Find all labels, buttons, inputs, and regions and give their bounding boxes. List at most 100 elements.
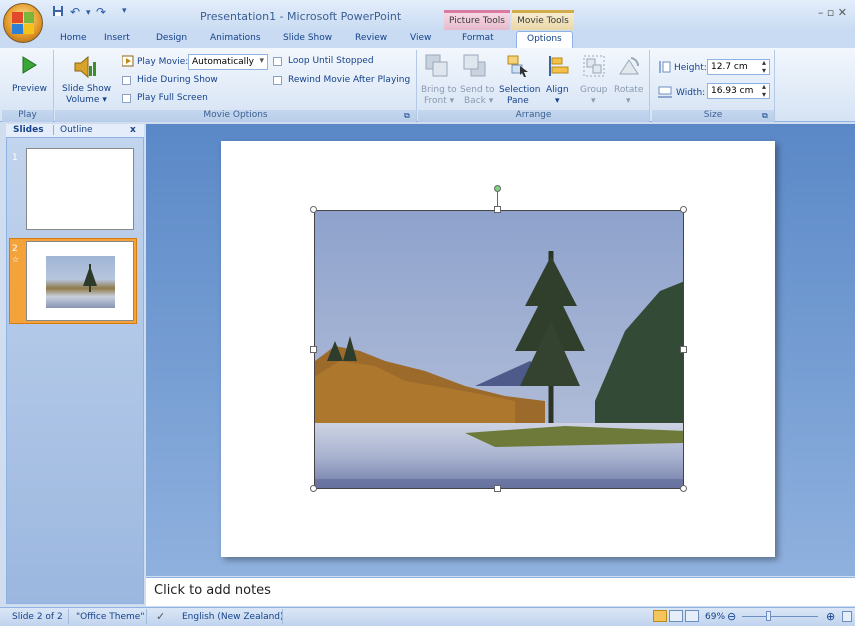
- selection-pane-icon[interactable]: [506, 54, 530, 81]
- undo-icon[interactable]: ↶: [70, 5, 80, 19]
- slide-thumbnail-2[interactable]: [26, 241, 134, 321]
- bring-to-front-icon[interactable]: [425, 54, 449, 81]
- play-icon[interactable]: [21, 56, 37, 77]
- slide-show-volume-button[interactable]: Slide Show: [62, 84, 111, 94]
- tab-slides[interactable]: Slides: [13, 125, 44, 135]
- send-to-back-icon[interactable]: [463, 54, 487, 81]
- status-divider: [146, 609, 147, 624]
- slide-sorter-view-icon[interactable]: [669, 610, 683, 622]
- group-icon[interactable]: [582, 54, 606, 81]
- tab-home[interactable]: Home: [60, 33, 87, 43]
- slide-number-1: 1: [12, 153, 18, 163]
- undo-dropdown-icon[interactable]: ▾: [86, 8, 91, 18]
- slide-show-volume-dropdown[interactable]: Volume ▾: [66, 95, 107, 105]
- resize-handle-bottom-left[interactable]: [310, 485, 317, 492]
- rewind-movie-label: Rewind Movie After Playing: [288, 75, 411, 85]
- align-dropdown[interactable]: ▾: [555, 96, 560, 106]
- zoom-out-icon[interactable]: ⊖: [727, 610, 736, 623]
- office-button[interactable]: [3, 3, 43, 43]
- customize-qat-icon[interactable]: ▾: [122, 6, 127, 16]
- zoom-level[interactable]: 69%: [705, 612, 725, 622]
- zoom-slider-thumb[interactable]: [766, 611, 771, 621]
- zoom-in-icon[interactable]: ⊕: [826, 610, 835, 623]
- height-icon: [657, 60, 671, 77]
- slide-show-view-icon[interactable]: [685, 610, 699, 622]
- save-icon[interactable]: [52, 5, 64, 20]
- speaker-icon[interactable]: [72, 54, 98, 83]
- play-full-screen-label: Play Full Screen: [137, 93, 208, 103]
- size-dialog-launcher-icon[interactable]: ⧉: [762, 111, 768, 121]
- spelling-check-icon[interactable]: ✓: [156, 610, 165, 623]
- tab-outline[interactable]: Outline: [53, 125, 103, 135]
- redo-icon[interactable]: ↷: [96, 5, 106, 19]
- close-pane-icon[interactable]: x: [130, 125, 136, 135]
- rotate-icon[interactable]: [617, 54, 641, 81]
- resize-handle-top[interactable]: [494, 206, 501, 213]
- slide-counter: Slide 2 of 2: [12, 612, 63, 622]
- movie-frame-image: [315, 211, 683, 488]
- status-divider: [282, 609, 283, 624]
- tab-view[interactable]: View: [410, 33, 431, 43]
- zoom-slider-track[interactable]: [742, 616, 818, 617]
- send-to-back-label: Send to: [460, 85, 495, 95]
- theme-name: "Office Theme": [76, 612, 145, 622]
- rotate-dropdown[interactable]: ▾: [626, 96, 631, 106]
- hide-during-show-label: Hide During Show: [137, 75, 218, 85]
- normal-view-icon[interactable]: [653, 610, 667, 622]
- play-movie-icon: [121, 55, 134, 70]
- align-icon[interactable]: [547, 54, 571, 81]
- play-full-screen-checkbox[interactable]: [122, 94, 131, 103]
- chevron-down-icon: ▾: [259, 56, 264, 66]
- selection-pane-label[interactable]: Selection: [499, 85, 540, 95]
- width-input[interactable]: 16.93 cm ▴ ▾: [707, 83, 770, 99]
- rewind-movie-checkbox[interactable]: [273, 76, 282, 85]
- rotation-handle[interactable]: [494, 185, 501, 192]
- resize-handle-bottom-right[interactable]: [680, 485, 687, 492]
- movie-object[interactable]: [314, 210, 684, 489]
- slide-number-2: 2: [12, 244, 18, 254]
- tab-options[interactable]: Options: [516, 31, 573, 49]
- notes-pane[interactable]: Click to add notes: [146, 577, 855, 606]
- window-controls[interactable]: – ▫ ✕: [818, 6, 847, 19]
- width-spinner-icon[interactable]: ▴ ▾: [762, 83, 766, 99]
- play-movie-label: Play Movie:: [137, 57, 189, 67]
- tab-animations[interactable]: Animations: [210, 33, 261, 43]
- language-indicator[interactable]: English (New Zealand): [182, 612, 284, 622]
- height-value: 12.7 cm: [711, 62, 748, 72]
- align-label[interactable]: Align: [546, 85, 569, 95]
- loop-until-stopped-checkbox[interactable]: [273, 57, 282, 66]
- group-dropdown[interactable]: ▾: [591, 96, 596, 106]
- selection-pane-label-2[interactable]: Pane: [507, 96, 529, 106]
- hide-during-show-checkbox[interactable]: [122, 76, 131, 85]
- tab-review[interactable]: Review: [355, 33, 387, 43]
- movie-tools-context: Movie Tools: [512, 10, 574, 30]
- rotate-label[interactable]: Rotate: [614, 85, 643, 95]
- height-label: Height:: [674, 63, 707, 73]
- resize-handle-right[interactable]: [680, 346, 687, 353]
- play-movie-dropdown[interactable]: Automatically ▾: [188, 54, 268, 70]
- resize-handle-bottom[interactable]: [494, 485, 501, 492]
- slide-thumbnail-1[interactable]: [26, 148, 134, 230]
- resize-handle-left[interactable]: [310, 346, 317, 353]
- bring-to-front-dropdown[interactable]: Front ▾: [424, 96, 454, 106]
- status-divider: [68, 609, 69, 624]
- height-spinner-icon[interactable]: ▴ ▾: [762, 59, 766, 75]
- width-icon: [657, 85, 673, 102]
- resize-handle-top-left[interactable]: [310, 206, 317, 213]
- size-group-label: Size: [652, 110, 774, 122]
- tab-slide-show[interactable]: Slide Show: [283, 33, 332, 43]
- fit-slide-icon[interactable]: [842, 611, 852, 622]
- send-to-back-dropdown[interactable]: Back ▾: [464, 96, 493, 106]
- preview-button[interactable]: Preview: [12, 84, 47, 94]
- tab-format[interactable]: Format: [462, 33, 494, 43]
- thumbnail-movie-image: [46, 256, 115, 308]
- group-label-button[interactable]: Group: [580, 85, 607, 95]
- tab-insert[interactable]: Insert: [104, 33, 130, 43]
- dialog-launcher-icon[interactable]: ⧉: [404, 111, 410, 121]
- height-input[interactable]: 12.7 cm ▴ ▾: [707, 59, 770, 75]
- tab-design[interactable]: Design: [156, 33, 187, 43]
- width-label: Width:: [676, 88, 706, 98]
- bring-to-front-label: Bring to: [421, 85, 457, 95]
- title-bar: [0, 0, 855, 30]
- resize-handle-top-right[interactable]: [680, 206, 687, 213]
